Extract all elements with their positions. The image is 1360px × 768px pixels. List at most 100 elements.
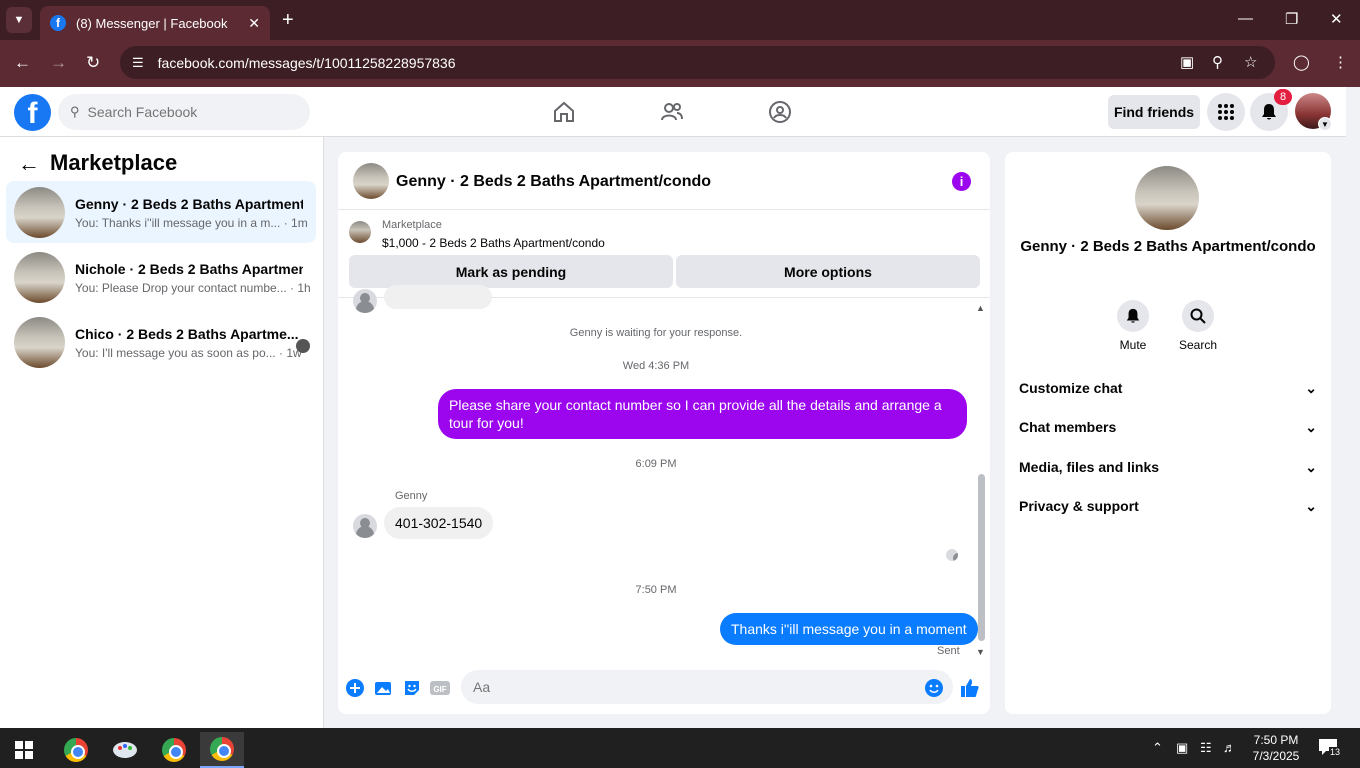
windows-start-icon[interactable]: [2, 732, 46, 768]
media-files-links-section[interactable]: Media, files and links ⌄: [1019, 455, 1317, 479]
chat-avatar[interactable]: [353, 163, 389, 199]
clock-date: 7/3/2025: [1252, 749, 1300, 763]
menu-grid-icon[interactable]: [1207, 93, 1245, 131]
conversation-name: Nichole · 2 Beds 2 Baths Apartmen...: [75, 261, 303, 277]
sender-name: Genny: [395, 490, 428, 502]
url-bar[interactable]: ☰ facebook.com/messages/t/10011258228957…: [120, 46, 1275, 79]
zoom-icon[interactable]: ⚲: [1212, 53, 1223, 71]
conversation-preview: You: Thanks i''ill message you in a m...…: [75, 216, 308, 230]
listing-thumbnail[interactable]: [1135, 166, 1199, 230]
meet-icon[interactable]: ▣: [1176, 740, 1188, 756]
sticker-icon[interactable]: [402, 678, 422, 698]
photo-icon[interactable]: [373, 678, 393, 698]
timestamp: 7:50 PM: [635, 584, 677, 596]
conversation-name: Chico · 2 Beds 2 Baths Apartme...: [75, 326, 299, 342]
emoji-icon[interactable]: [924, 678, 944, 698]
find-friends-button[interactable]: Find friends: [1108, 95, 1200, 129]
info-icon[interactable]: i: [952, 172, 971, 191]
notification-center-icon[interactable]: 13: [1318, 738, 1342, 759]
install-app-icon[interactable]: ▣: [1180, 53, 1194, 71]
tray-chevron-up-icon[interactable]: ⌃: [1152, 740, 1163, 756]
message-input[interactable]: [461, 670, 953, 704]
site-settings-icon[interactable]: ☰: [132, 55, 144, 71]
search-in-chat-button[interactable]: Search: [1168, 300, 1228, 352]
search-input[interactable]: [87, 104, 288, 120]
mark-as-pending-button[interactable]: Mark as pending: [349, 255, 673, 288]
thumbs-up-icon[interactable]: [960, 678, 980, 698]
message-bubble-incoming[interactable]: 401-302-1540: [384, 507, 494, 539]
new-tab-button[interactable]: +: [282, 9, 294, 32]
volume-icon[interactable]: ♬: [1223, 740, 1236, 755]
facebook-search[interactable]: ⚲: [58, 94, 310, 130]
forward-arrow-icon[interactable]: →: [50, 53, 67, 73]
message-bubble-outgoing[interactable]: Thanks i''ill message you in a moment: [720, 613, 978, 645]
chevron-down-icon: ⌄: [1305, 418, 1317, 435]
bell-icon[interactable]: [1117, 300, 1149, 332]
plus-icon[interactable]: [345, 678, 365, 698]
listing-category: Marketplace: [382, 219, 442, 231]
waiting-notice: Genny is waiting for your response.: [569, 327, 743, 339]
home-icon[interactable]: [551, 99, 577, 125]
friends-icon[interactable]: [659, 99, 685, 125]
timestamp: Wed 4:36 PM: [622, 360, 690, 372]
profile-icon[interactable]: ◯: [1293, 53, 1310, 71]
chat-info-panel: Genny · 2 Beds 2 Baths Apartment/condo M…: [1005, 152, 1331, 714]
notification-badge: 8: [1274, 89, 1292, 105]
close-window-icon[interactable]: ✕: [1330, 10, 1343, 28]
back-arrow-icon[interactable]: ←: [18, 151, 40, 177]
facebook-logo[interactable]: f: [14, 94, 51, 131]
chevron-down-icon[interactable]: ▼: [1318, 117, 1332, 131]
url-text[interactable]: facebook.com/messages/t/1001125822895783…: [158, 55, 456, 71]
message-bubble-outgoing[interactable]: Please share your contact number so I ca…: [438, 389, 967, 439]
conversation-name: Genny · 2 Beds 2 Baths Apartment...: [75, 196, 303, 212]
listing-thumbnail[interactable]: [349, 221, 371, 243]
page-scrollbar[interactable]: [1346, 87, 1360, 728]
sender-avatar[interactable]: [353, 514, 377, 538]
chat-info-name: Genny · 2 Beds 2 Baths Apartment/condo: [1020, 238, 1316, 255]
chat-panel: Genny · 2 Beds 2 Baths Apartment/condo i…: [338, 152, 990, 714]
chrome-app-icon-active[interactable]: [200, 732, 244, 768]
system-clock[interactable]: 7:50 PM 7/3/2025: [1250, 732, 1302, 764]
chrome-app-icon[interactable]: [54, 732, 98, 768]
bookmark-star-icon[interactable]: ☆: [1244, 53, 1257, 71]
scroll-down-icon[interactable]: ▼: [976, 647, 985, 657]
facebook-header: f ⚲ Find friends 8 ▼: [0, 87, 1346, 137]
chevron-down-icon: ⌄: [1305, 379, 1317, 396]
reload-icon[interactable]: ↻: [86, 53, 100, 73]
customize-chat-section[interactable]: Customize chat ⌄: [1019, 376, 1317, 400]
groups-icon[interactable]: [767, 99, 793, 125]
windows-taskbar: ⌃ ▣ ☷ ♬ 7:50 PM 7/3/2025 13: [0, 728, 1360, 768]
gif-icon[interactable]: GIF: [430, 678, 450, 698]
mute-button[interactable]: Mute: [1103, 300, 1163, 352]
paint-app-icon[interactable]: [103, 732, 147, 768]
browser-tab-bar: ▼ f (8) Messenger | Facebook ✕ + — ❐ ✕: [0, 0, 1360, 40]
chat-title[interactable]: Genny · 2 Beds 2 Baths Apartment/condo: [396, 173, 711, 191]
browser-tab-messenger[interactable]: f (8) Messenger | Facebook ✕: [40, 6, 270, 40]
close-tab-icon[interactable]: ✕: [248, 15, 260, 32]
scroll-up-icon[interactable]: ▲: [976, 303, 985, 313]
tab-search-dropdown[interactable]: ▼: [6, 7, 32, 33]
privacy-support-section[interactable]: Privacy & support ⌄: [1019, 494, 1317, 518]
chrome-app-icon[interactable]: [152, 732, 196, 768]
read-receipt-avatar: [946, 549, 958, 561]
conversation-item-nichole[interactable]: Nichole · 2 Beds 2 Baths Apartmen... You…: [6, 246, 316, 308]
marketplace-conversations-panel: ← Marketplace Genny · 2 Beds 2 Baths Apa…: [0, 137, 324, 728]
maximize-icon[interactable]: ❐: [1285, 10, 1298, 28]
menu-kebab-icon[interactable]: ⋮: [1333, 53, 1348, 71]
chat-members-section[interactable]: Chat members ⌄: [1019, 415, 1317, 439]
listing-thumbnail: [14, 252, 65, 303]
listing-description[interactable]: $1,000 - 2 Beds 2 Baths Apartment/condo: [382, 236, 605, 250]
wifi-icon[interactable]: ☷: [1200, 740, 1212, 756]
more-options-button[interactable]: More options: [676, 255, 980, 288]
section-label: Chat members: [1019, 419, 1117, 435]
scrollbar-thumb[interactable]: [978, 474, 985, 641]
listing-thumbnail: [14, 317, 65, 368]
address-bar-row: ← → ↻ ☰ facebook.com/messages/t/10011258…: [0, 40, 1360, 87]
section-label: Customize chat: [1019, 380, 1123, 396]
conversation-item-chico[interactable]: Chico · 2 Beds 2 Baths Apartme... You: I…: [6, 311, 316, 373]
minimize-icon[interactable]: —: [1238, 10, 1253, 27]
notification-count: 13: [1329, 747, 1342, 757]
conversation-item-genny[interactable]: Genny · 2 Beds 2 Baths Apartment... You:…: [6, 181, 316, 243]
back-arrow-icon[interactable]: ←: [14, 53, 31, 73]
search-icon[interactable]: [1182, 300, 1214, 332]
